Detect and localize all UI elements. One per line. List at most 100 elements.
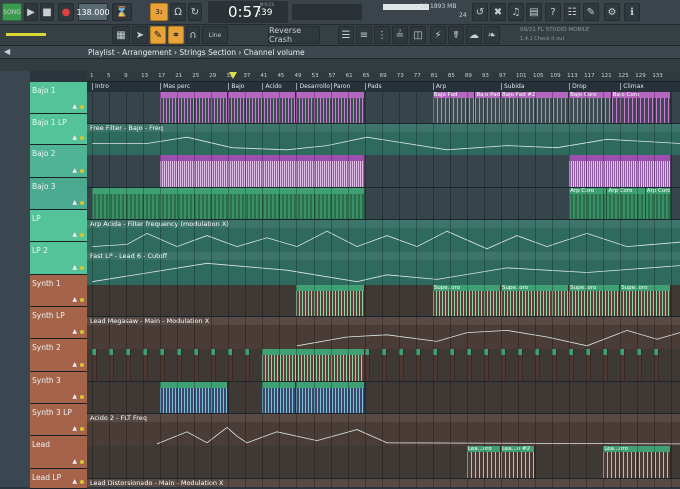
track-mute-icon[interactable]: [80, 169, 84, 173]
track-mute-icon[interactable]: [80, 266, 84, 270]
track-lane[interactable]: Lea...oro Lea...o #2 Lea...oro: [87, 446, 680, 479]
loop-record-icon[interactable]: ↻: [188, 3, 202, 21]
track-lane[interactable]: Fast LP - Lead 6 - Cutoff: [87, 252, 680, 285]
piano-icon[interactable]: ☰: [338, 26, 354, 44]
track-mute-icon[interactable]: [80, 427, 84, 431]
magnet-icon[interactable]: ∩: [186, 26, 200, 44]
pattern-clip[interactable]: Arp Coro: [569, 188, 608, 219]
track-header[interactable]: LP 2 ▲: [30, 242, 87, 275]
phone-icon[interactable]: ☷: [564, 3, 580, 21]
track-lane[interactable]: Arp Coro Arp Coro Arp Coro: [87, 188, 680, 220]
track-header[interactable]: Lead LP ▲: [30, 469, 87, 489]
stop-icon[interactable]: ■: [40, 3, 54, 21]
pattern-clip[interactable]: Arp Coro: [607, 188, 646, 219]
marker[interactable]: Climax: [620, 83, 644, 90]
marker[interactable]: Mas perc: [160, 83, 190, 90]
pattern-clip[interactable]: Bajo Pad: [475, 92, 501, 123]
marker[interactable]: Acido: [262, 83, 282, 90]
track-mute-icon[interactable]: [80, 395, 84, 399]
track-header[interactable]: Synth 3 LP ▲: [30, 404, 87, 436]
bird-icon[interactable]: ❧: [484, 26, 500, 44]
pattern-clip[interactable]: Arp Coro: [645, 188, 672, 219]
picker-panel[interactable]: [0, 71, 30, 487]
blend-icon[interactable]: Ω: [170, 3, 186, 21]
track-lane[interactable]: Bajo Pad Bajo Pad Bajo Pad #2 Bajo Coro Bajo…: [87, 92, 680, 124]
browser-icon[interactable]: ◫: [410, 26, 426, 44]
snap-select[interactable]: Line: [202, 26, 228, 44]
track-header[interactable]: Synth 1 ▲: [30, 275, 87, 307]
track-arrow-icon[interactable]: ▲: [72, 478, 77, 485]
track-arrow-icon[interactable]: ▲: [72, 134, 77, 141]
cloud-icon[interactable]: ☁: [466, 26, 482, 44]
track-arrow-icon[interactable]: ▲: [72, 296, 77, 303]
track-lane[interactable]: Free Filter - Bajo - Freq: [87, 124, 680, 155]
microphone-icon[interactable]: ♫: [508, 3, 524, 21]
playlist-icon[interactable]: ≟: [392, 26, 408, 44]
track-header[interactable]: Bajo 2 ▲: [30, 145, 87, 178]
marker[interactable]: Desarrollo: [296, 83, 330, 90]
marker-row[interactable]: Intro Mas perc Bajo Acido Desarrollo Paron Pad…: [87, 82, 680, 92]
folder-icon[interactable]: ▤: [526, 3, 542, 21]
marker[interactable]: Pads: [364, 83, 382, 90]
song-mode-button[interactable]: SONG: [2, 3, 22, 21]
marker[interactable]: Arp: [432, 83, 446, 90]
track-arrow-icon[interactable]: ▲: [72, 231, 77, 238]
track-lane[interactable]: [87, 155, 680, 188]
track-mute-icon[interactable]: [80, 201, 84, 205]
track-lane[interactable]: Lead Megasaw - Main - Modulation X: [87, 317, 680, 349]
track-header[interactable]: Bajo 1 ▲: [30, 82, 87, 114]
usb-icon[interactable]: ☤: [448, 26, 464, 44]
settings-icon[interactable]: ⚙: [604, 3, 620, 21]
track-arrow-icon[interactable]: ▲: [72, 458, 77, 465]
chat-icon[interactable]: ✎: [583, 3, 599, 21]
track-header[interactable]: Lead ▲: [30, 436, 87, 469]
track-header[interactable]: Synth 3 ▲: [30, 372, 87, 404]
track-mute-icon[interactable]: [80, 330, 84, 334]
track-header[interactable]: Synth LP ▲: [30, 307, 87, 339]
track-mute-icon[interactable]: [80, 233, 84, 237]
track-arrow-icon[interactable]: ▲: [72, 361, 77, 368]
tip-icon[interactable]: ℹ: [624, 3, 640, 21]
preset-select[interactable]: Reverse Crash: [268, 26, 320, 44]
marker[interactable]: Drop: [569, 83, 587, 90]
tempo-display[interactable]: 138.000: [76, 3, 110, 21]
track-mute-icon[interactable]: [80, 460, 84, 464]
track-mute-icon[interactable]: [80, 136, 84, 140]
track-header[interactable]: LP ▲: [30, 210, 87, 242]
cut-icon[interactable]: ✖: [490, 3, 506, 21]
automation-clip[interactable]: Free Filter - Bajo - Freq: [87, 124, 680, 155]
automation-clip[interactable]: Fast LP - Lead 6 - Cutoff: [87, 252, 680, 285]
track-arrow-icon[interactable]: ▲: [72, 393, 77, 400]
automation-clip[interactable]: Lead Megasaw - Main - Modulation X: [87, 317, 680, 349]
track-header[interactable]: Bajo 3 ▲: [30, 178, 87, 210]
marker[interactable]: Subida: [500, 83, 525, 90]
playlist-grid[interactable]: Bajo Pad Bajo Pad Bajo Pad #2 Bajo Coro Bajo…: [87, 92, 680, 487]
pencil-tool-icon[interactable]: ✎: [150, 26, 166, 44]
track-mute-icon[interactable]: [80, 105, 84, 109]
play-icon[interactable]: ▶: [24, 3, 38, 21]
track-lane[interactable]: [87, 382, 680, 414]
automation-clip[interactable]: Arp Acida - Filter frequency (modulation…: [87, 220, 680, 252]
track-header[interactable]: Synth 2 ▲: [30, 339, 87, 372]
menu-arrow-icon[interactable]: ◀: [4, 47, 10, 56]
undo-icon[interactable]: ↺: [472, 3, 488, 21]
time-display[interactable]: 0:57 :39 M:S:CS: [208, 1, 288, 23]
timeline-ruler[interactable]: 1 5 9 13 17 21 25 29 33 37 41 45 49 53 57 61 65 69 73 77 81 8…: [87, 71, 680, 82]
track-arrow-icon[interactable]: ▲: [72, 425, 77, 432]
track-mute-icon[interactable]: [80, 298, 84, 302]
track-lane[interactable]: Acido 2 - FLT Freq: [87, 414, 680, 446]
track-lane[interactable]: Arp Acida - Filter frequency (modulation…: [87, 220, 680, 252]
marker[interactable]: Intro: [92, 83, 109, 90]
track-header[interactable]: Bajo 1 LP ▲: [30, 114, 87, 145]
track-arrow-icon[interactable]: ▲: [72, 199, 77, 206]
master-volume-slider[interactable]: [6, 33, 46, 36]
pattern-clip[interactable]: Supe..oro: [569, 285, 621, 316]
pattern-clip[interactable]: Bajo Coro: [569, 92, 612, 123]
metronome-icon[interactable]: ⌛: [112, 3, 132, 21]
marker[interactable]: Paron: [330, 83, 350, 90]
marker[interactable]: Bajo: [228, 83, 244, 90]
pattern-clip[interactable]: Bajo Pad: [432, 92, 476, 123]
pattern-mode-icon[interactable]: ▦: [112, 26, 130, 44]
channel-rack-icon[interactable]: ⋮: [374, 26, 390, 44]
automation-clip[interactable]: Lead Distorsionado - Main - Modulation X: [87, 479, 680, 487]
